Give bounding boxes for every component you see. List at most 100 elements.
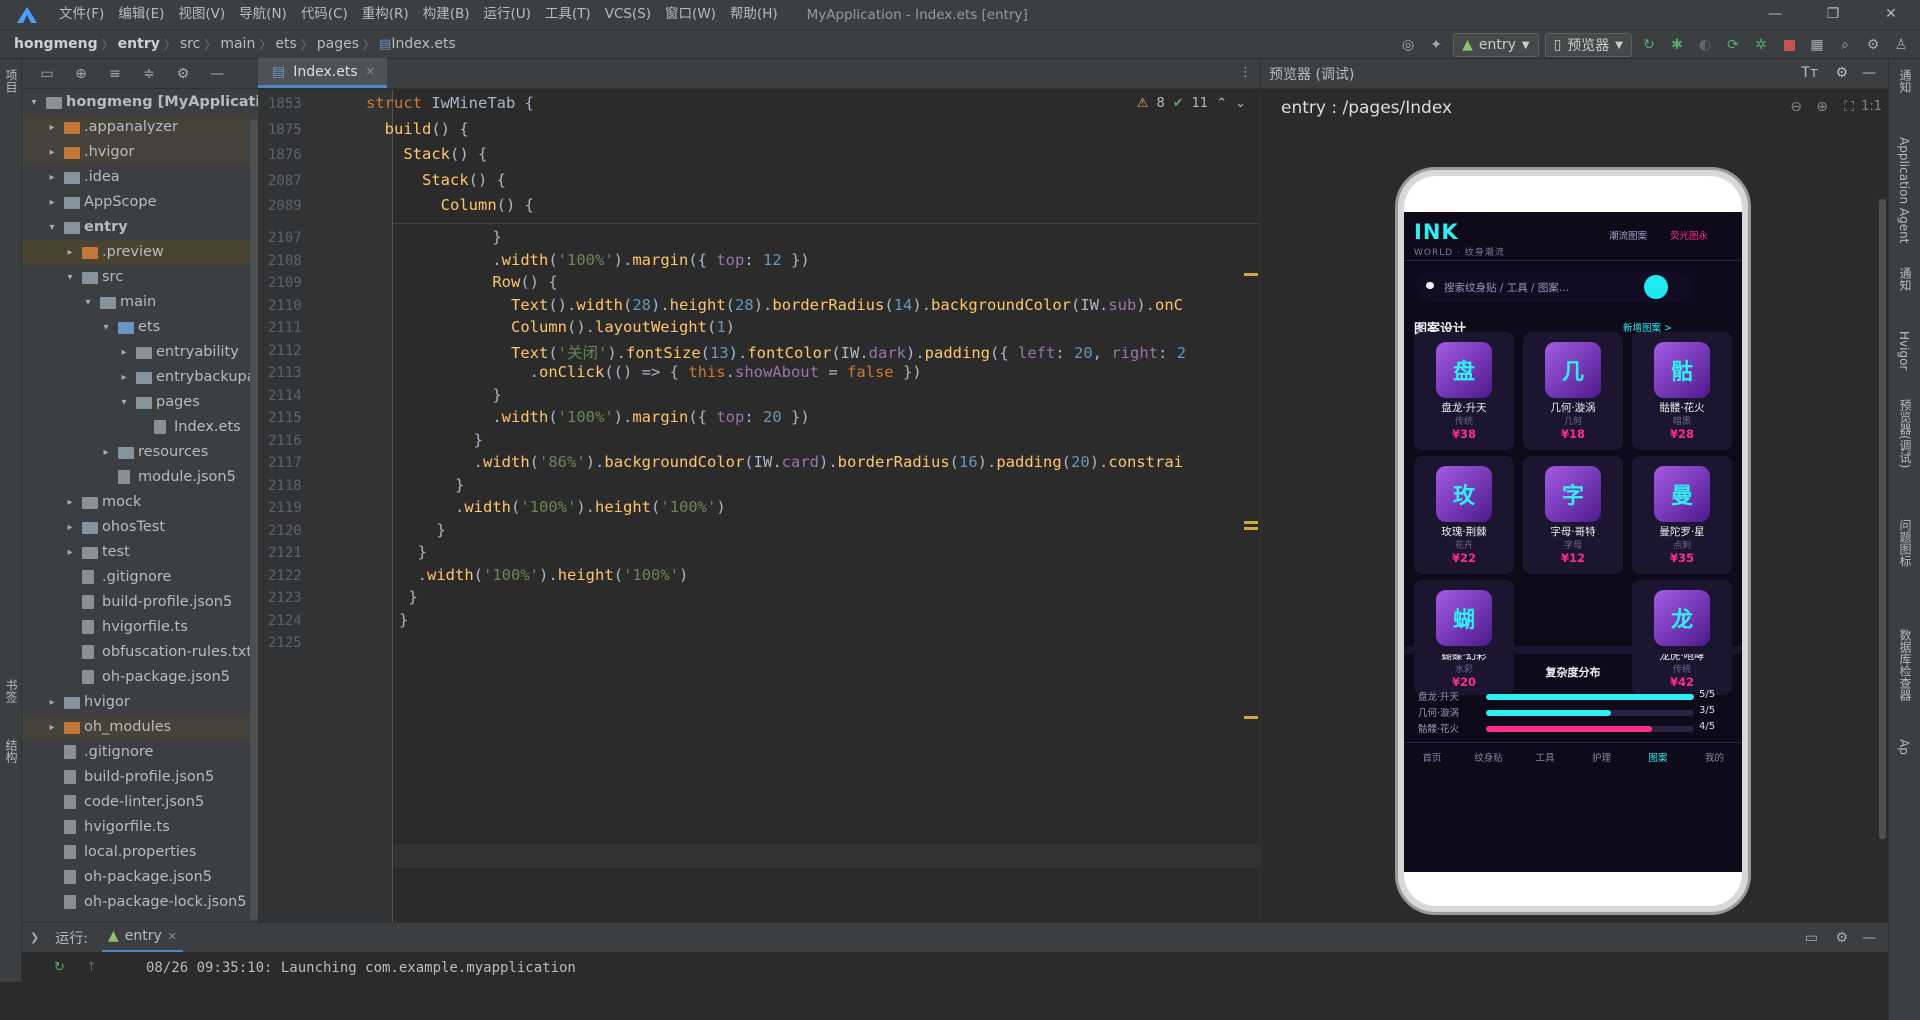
code-line[interactable]: Text().width(28).height(28).borderRadius… xyxy=(399,296,1183,314)
chevron-right-icon[interactable]: ▸ xyxy=(46,165,58,190)
zoom-ratio[interactable]: 1:1 xyxy=(1861,99,1882,114)
pattern-card[interactable]: 盘盘龙·升天 传统 ¥38 xyxy=(1414,332,1514,450)
tree-item[interactable]: ▾ ets xyxy=(22,315,258,340)
rerun-icon[interactable]: ↻ xyxy=(1638,34,1660,56)
chevron-right-icon[interactable]: ▸ xyxy=(100,440,112,465)
chevron-down-icon[interactable]: ▾ xyxy=(82,290,94,315)
chevron-down-icon[interactable]: ▾ xyxy=(100,315,112,340)
code-line[interactable]: } xyxy=(399,521,445,539)
tree-item[interactable]: code-linter.json5 xyxy=(22,790,258,815)
code-line[interactable]: .onClick(() => { this.showAbout = false … xyxy=(399,363,922,381)
tab-index-ets[interactable]: ▤ Index.ets ✕ xyxy=(258,58,387,88)
bottom-nav-item[interactable]: 我的 xyxy=(1695,750,1735,764)
tree-item[interactable]: hvigorfile.ts xyxy=(22,815,258,840)
bug-agent-icon[interactable]: ✦ xyxy=(1425,34,1447,56)
right-tool-button[interactable]: 预览器(调试) xyxy=(1897,399,1914,468)
chevron-down-icon[interactable]: ▾ xyxy=(118,390,130,415)
code-line[interactable]: } xyxy=(399,228,501,246)
chevron-right-icon[interactable]: ▸ xyxy=(64,540,76,565)
chevron-right-icon[interactable]: ▸ xyxy=(46,140,58,165)
inspection-widget[interactable]: ⚠ 8 ✔ 11 ⌃ ⌄ xyxy=(1137,96,1246,111)
sticky-code-line[interactable]: Stack() { xyxy=(366,145,487,163)
pattern-card[interactable]: 几几何·漩涡 几何 ¥18 xyxy=(1523,332,1623,450)
tree-item[interactable]: build-profile.json5 xyxy=(22,765,258,790)
menu-item-3[interactable]: 导航(N) xyxy=(232,0,294,29)
menu-item-6[interactable]: 构建(B) xyxy=(416,0,477,29)
run-panel-toggle-icon[interactable]: ❯ xyxy=(30,931,39,944)
code-line[interactable]: } xyxy=(399,588,417,606)
right-tool-button[interactable]: Hvigor xyxy=(1897,331,1911,370)
close-run-tab-icon[interactable]: ✕ xyxy=(168,930,177,943)
code-line[interactable]: .width('100%').height('100%') xyxy=(399,566,689,584)
code-line[interactable]: } xyxy=(399,476,464,494)
chevron-right-icon[interactable]: ▸ xyxy=(64,240,76,265)
run-config-tab[interactable]: ▲ entry ✕ xyxy=(101,923,183,953)
code-line[interactable]: Column().layoutWeight(1) xyxy=(399,318,735,336)
debug-icon[interactable]: ✱ xyxy=(1666,34,1688,56)
run-config-select[interactable]: ▲ entry ▼ xyxy=(1453,33,1539,57)
code-line[interactable]: .width('86%').backgroundColor(IW.card).b… xyxy=(399,453,1183,471)
chevron-right-icon[interactable]: ▸ xyxy=(64,515,76,540)
prev-highlight-icon[interactable]: ⌃ xyxy=(1216,96,1227,111)
chevron-down-icon[interactable]: ▾ xyxy=(28,90,40,115)
tree-item[interactable]: ▸ .hvigor xyxy=(22,140,258,165)
top-link-glow[interactable]: 荧光图永 xyxy=(1670,228,1708,242)
right-tool-button[interactable]: 通知 xyxy=(1897,267,1914,291)
right-tool-button[interactable]: 通知 xyxy=(1897,69,1914,93)
tree-item[interactable]: oh-package.json5 xyxy=(22,665,258,690)
project-tree-scrollbar[interactable] xyxy=(250,120,258,920)
sticky-code-line[interactable]: Column() { xyxy=(366,196,534,214)
right-tool-button[interactable]: 问题图标 xyxy=(1897,519,1914,567)
pattern-card[interactable]: 骷骷髅·花火 暗黑 ¥28 xyxy=(1632,332,1732,450)
chevron-right-icon[interactable]: ▸ xyxy=(64,490,76,515)
tree-item[interactable]: ▸ hvigor xyxy=(22,690,258,715)
tree-item[interactable]: ▸ oh_modules xyxy=(22,715,258,740)
breadcrumb-item[interactable]: src xyxy=(180,36,200,52)
expand-all-icon[interactable]: ≡ xyxy=(104,63,126,85)
sticky-code-line[interactable]: struct IwMineTab { xyxy=(366,94,534,112)
locate-icon[interactable]: ◎ xyxy=(1397,34,1419,56)
pattern-card[interactable]: 玫玫瑰·荆棘 花卉 ¥22 xyxy=(1414,456,1514,574)
tree-item[interactable]: ▾ entry xyxy=(22,215,258,240)
tree-item[interactable]: ▾ hongmeng [MyApplication] xyxy=(22,90,258,115)
hide-panel-icon[interactable]: — xyxy=(206,63,228,85)
panel-settings-icon[interactable]: ⚙ xyxy=(172,63,194,85)
tree-item[interactable]: local.properties xyxy=(22,840,258,865)
search-input[interactable]: 搜索纹身贴 / 工具 / 图案... xyxy=(1444,280,1569,295)
collapse-all-icon[interactable]: ≑ xyxy=(138,63,160,85)
tree-item[interactable]: oh-package.json5 xyxy=(22,865,258,890)
hide-run-icon[interactable]: — xyxy=(1862,930,1876,946)
menu-item-2[interactable]: 视图(V) xyxy=(171,0,232,29)
zoom-in-icon[interactable]: ⊕ xyxy=(1816,99,1828,115)
right-tool-button[interactable]: Application Agent xyxy=(1897,137,1911,243)
chevron-right-icon[interactable]: ▸ xyxy=(46,690,58,715)
breadcrumb-item[interactable]: entry xyxy=(118,36,160,52)
sticky-code-line[interactable]: Stack() { xyxy=(366,171,506,189)
breadcrumb-item[interactable]: hongmeng xyxy=(14,36,98,52)
tree-item[interactable]: ▸ entryability xyxy=(22,340,258,365)
sticky-code-line[interactable]: build() { xyxy=(366,120,469,138)
menu-item-10[interactable]: 窗口(W) xyxy=(658,0,723,29)
menu-item-4[interactable]: 代码(C) xyxy=(294,0,355,29)
project-structure-icon[interactable]: ▦ xyxy=(1806,34,1828,56)
bottom-nav-item[interactable]: 工具 xyxy=(1525,750,1565,764)
code-line[interactable]: Row() { xyxy=(399,273,557,291)
tree-item[interactable]: hvigorfile.ts xyxy=(22,615,258,640)
menu-item-0[interactable]: 文件(F) xyxy=(52,0,111,29)
chevron-right-icon[interactable]: ▸ xyxy=(118,340,130,365)
tree-item[interactable]: ▸ entrybackupability xyxy=(22,365,258,390)
tree-item[interactable]: ▾ src xyxy=(22,265,258,290)
tree-item[interactable]: .gitignore xyxy=(22,740,258,765)
run-settings-icon[interactable]: ⚙ xyxy=(1835,930,1848,946)
tree-item[interactable]: ▸ AppScope xyxy=(22,190,258,215)
breadcrumb-item[interactable]: main xyxy=(220,36,255,52)
run-layout-icon[interactable]: ▭ xyxy=(1805,930,1818,946)
tree-item[interactable]: ▾ pages xyxy=(22,390,258,415)
sdk-manager-icon[interactable]: ♙ xyxy=(1890,34,1912,56)
menu-item-7[interactable]: 运行(U) xyxy=(477,0,538,29)
top-link-trending[interactable]: 潮流图案 xyxy=(1609,228,1647,242)
tree-item[interactable]: ▸ test xyxy=(22,540,258,565)
tree-item[interactable]: obfuscation-rules.txt xyxy=(22,640,258,665)
menu-item-5[interactable]: 重构(R) xyxy=(355,0,416,29)
close-tab-icon[interactable]: ✕ xyxy=(366,65,375,78)
